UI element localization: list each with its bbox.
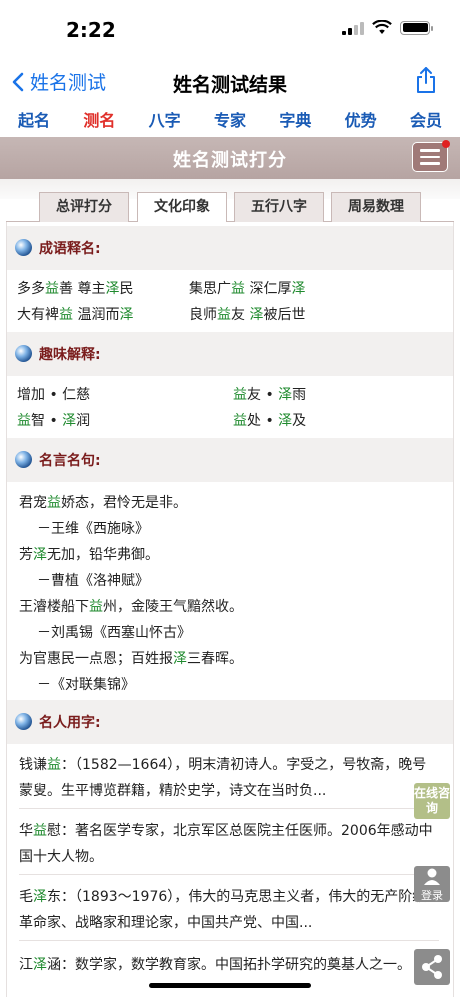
login-label: 登录 [421,889,443,902]
menu-button[interactable] [412,140,450,172]
quote-source: －曹植《洛神赋》 [37,573,149,589]
online-consult-button[interactable]: 在线咨询 [414,783,450,819]
tab-wenhua[interactable]: 文化印象 [137,192,227,223]
tab-zhuanjia[interactable]: 专家 [214,106,246,136]
tab-youshi[interactable]: 优势 [345,106,377,136]
famous-person-item[interactable]: 华益慰：著名医学专家，北京军区总医院主任医师。2006年感动中国十大人物。 [19,818,439,870]
idiom-item: 良师益友 泽被后世 [189,307,306,323]
banner-title: 姓名测试打分 [173,150,287,171]
fun-item: 益智 • 泽润 [17,413,91,429]
divider [19,940,439,941]
login-button[interactable]: 登录 [414,866,450,902]
tab-zidian[interactable]: 字典 [279,106,311,136]
quote-line: 王濬楼船下益州，金陵王气黯然收。 [19,599,243,615]
section-header-fun: 趣味解释: [7,332,453,376]
tab-zhouyi[interactable]: 周易数理 [331,192,421,222]
section-header-quotes: 名言名句: [7,438,453,482]
tab-ceming[interactable]: 测名 [83,106,115,136]
fun-item: 益友 • 泽雨 [233,387,307,403]
divider [19,808,439,809]
orb-icon [15,451,32,468]
menu-icon [420,149,440,152]
famous-person-item[interactable]: 钱谦益：（1582—1664），明末清初诗人。字受之，号牧斋，晚号蒙叟。生平博览… [19,752,439,804]
orb-icon [15,345,32,362]
quote-source: －王维《西施咏》 [37,521,149,537]
tab-qiming[interactable]: 起名 [18,106,50,136]
share-float-button[interactable] [414,949,450,985]
orb-icon [15,713,32,730]
quote-source: －《对联集锦》 [37,677,135,693]
status-time: 2:22 [66,18,116,42]
tab-bazi[interactable]: 八字 [149,106,181,136]
fun-item: 增加 • 仁慈 [17,387,91,403]
quote-line: 芳泽无加，铅华弗御。 [19,547,159,563]
orb-icon [15,239,32,256]
quote-line: 君宠益娇态，君怜无是非。 [19,495,187,511]
result-tabs: 总评打分 文化印象 五行八字 周易数理 [0,190,460,223]
user-icon [424,868,440,885]
tab-huiyuan[interactable]: 会员 [410,106,442,136]
result-content: 成语释名: 多多益善 尊主泽民 集思广益 深仁厚泽 大有裨益 温润而泽 良师益友… [6,222,454,997]
quote-line: 为官惠民一点恩；百姓报泽三春晖。 [19,651,243,667]
top-tab-bar: 起名 测名 八字 专家 字典 优势 会员 [0,106,460,136]
notification-dot [442,140,450,148]
divider [19,874,439,875]
famous-person-item[interactable]: 江泽涵：数学家，数学教育家。中国拓扑学研究的奠基人之一。 [19,952,439,978]
section-header-famous: 名人用字: [7,700,453,744]
screen: 2:22 姓名测试 姓名测试结果 起名 测名 八字 专家 字典 优势 会员 姓名… [0,0,460,997]
share-nodes-icon [422,955,442,979]
tab-zongping[interactable]: 总评打分 [39,192,129,222]
fun-item: 益处 • 泽及 [233,413,307,429]
share-button[interactable] [414,66,438,98]
tab-wuxing[interactable]: 五行八字 [234,192,324,222]
share-icon [417,67,435,93]
section-header-idioms: 成语释名: [7,226,453,270]
status-bar: 2:22 [0,0,460,58]
battery-icon [400,20,433,35]
home-indicator [149,983,311,988]
idiom-item: 多多益善 尊主泽民 [17,281,134,297]
quote-source: －刘禹锡《西塞山怀古》 [37,625,191,641]
navigation-bar: 姓名测试 姓名测试结果 [0,58,460,104]
page-title: 姓名测试结果 [172,74,287,96]
status-icons [342,20,433,35]
idiom-item: 大有裨益 温润而泽 [17,307,134,323]
cellular-signal-icon [342,21,364,35]
wifi-icon [372,20,392,34]
section-banner: 姓名测试打分 [0,137,460,179]
famous-person-item[interactable]: 毛泽东：（1893～1976），伟大的马克思主义者，伟大的无产阶级革命家、战略家… [19,884,439,936]
idiom-item: 集思广益 深仁厚泽 [189,281,306,297]
